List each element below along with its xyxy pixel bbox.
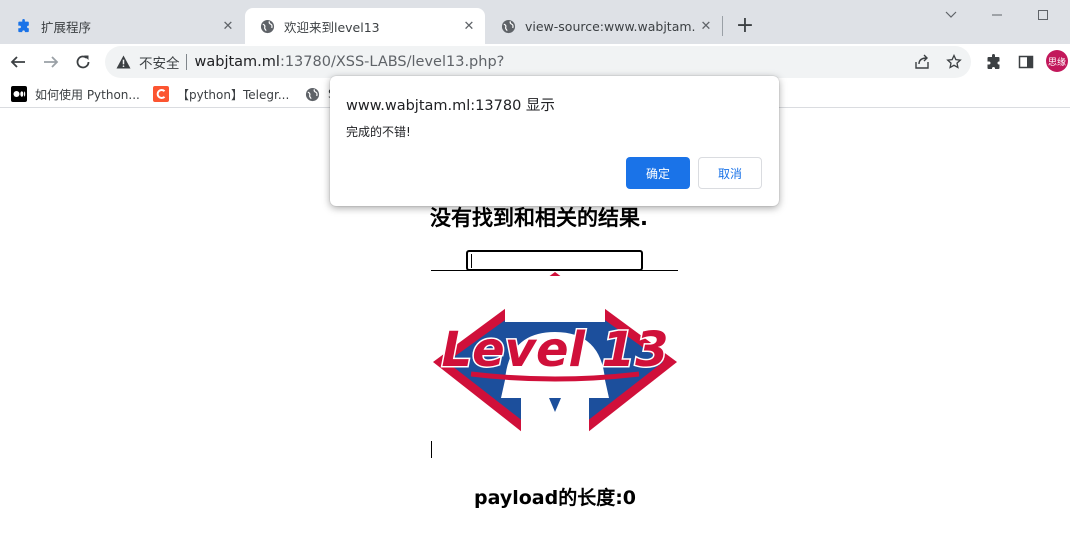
- tab-view-source[interactable]: view-source:www.wabjtam.ml: ✕: [486, 8, 722, 44]
- bookmark-label: 【python】Telegr...: [177, 87, 290, 102]
- reload-icon[interactable]: [69, 48, 97, 76]
- side-panel-icon[interactable]: [1012, 48, 1040, 76]
- ok-button[interactable]: 确定: [626, 157, 690, 189]
- url-host: wabjtam.ml: [194, 54, 280, 70]
- page-heading: 没有找到和相关的结果.: [430, 206, 648, 230]
- insecure-label[interactable]: 不安全: [139, 52, 180, 72]
- bookmark-item[interactable]: 【python】Telegr...: [153, 84, 289, 104]
- new-tab-button[interactable]: +: [733, 14, 757, 38]
- bookmark-item[interactable]: 如何使用 Python...: [11, 84, 140, 104]
- url-path: :13780/XSS-LABS/level13.php?: [279, 54, 505, 70]
- url-text[interactable]: wabjtam.ml:13780/XSS-LABS/level13.php?: [195, 54, 505, 70]
- alert-dialog: www.wabjtam.ml:13780 显示 完成的不错! 确定 取消: [330, 76, 779, 206]
- address-bar[interactable]: 不安全 wabjtam.ml:13780/XSS-LABS/level13.ph…: [105, 46, 971, 78]
- extensions-icon[interactable]: [980, 48, 1008, 76]
- tab-strip: 扩展程序 ✕ 欢迎来到level13 ✕ view-source:www.wab…: [0, 0, 1070, 44]
- csdn-icon: [153, 86, 169, 102]
- tab-divider: [722, 16, 723, 36]
- minimize-icon[interactable]: [974, 0, 1020, 30]
- toolbar: 不安全 wabjtam.ml:13780/XSS-LABS/level13.ph…: [0, 44, 1070, 80]
- level13-logo: Level 13: [433, 272, 677, 458]
- text-cursor: [431, 441, 432, 458]
- cancel-button[interactable]: 取消: [698, 157, 762, 189]
- bookmark-star-icon[interactable]: [940, 48, 968, 76]
- logo-text: Level 13: [442, 322, 669, 378]
- globe-icon: [259, 18, 275, 34]
- payload-length: payload的长度:0: [473, 487, 637, 509]
- share-icon[interactable]: [908, 48, 936, 76]
- back-icon[interactable]: [4, 48, 32, 76]
- divider: [185, 54, 187, 70]
- medium-icon: [11, 86, 27, 102]
- close-icon[interactable]: ✕: [218, 16, 238, 36]
- avatar[interactable]: 思缘: [1046, 50, 1068, 72]
- tab-label: 欢迎来到level13: [284, 19, 380, 35]
- tab-extensions[interactable]: 扩展程序 ✕: [2, 8, 244, 44]
- dialog-message: 完成的不错!: [346, 125, 411, 139]
- tab-search-icon[interactable]: [928, 0, 974, 30]
- close-icon[interactable]: ✕: [459, 16, 479, 36]
- maximize-icon[interactable]: [1020, 0, 1066, 30]
- search-input[interactable]: [466, 250, 643, 271]
- dialog-title: www.wabjtam.ml:13780 显示: [346, 98, 555, 114]
- close-icon[interactable]: ✕: [696, 16, 716, 36]
- text-caret: [471, 254, 472, 268]
- globe-icon: [500, 18, 516, 34]
- tab-label: view-source:www.wabjtam.ml:: [525, 18, 696, 34]
- tab-label: 扩展程序: [41, 19, 92, 35]
- tab-level13[interactable]: 欢迎来到level13 ✕: [245, 8, 485, 44]
- warning-icon[interactable]: [115, 54, 131, 70]
- bookmark-label: 如何使用 Python...: [35, 87, 140, 102]
- globe-icon: [304, 86, 320, 102]
- forward-icon[interactable]: [37, 48, 65, 76]
- puzzle-icon: [16, 18, 32, 34]
